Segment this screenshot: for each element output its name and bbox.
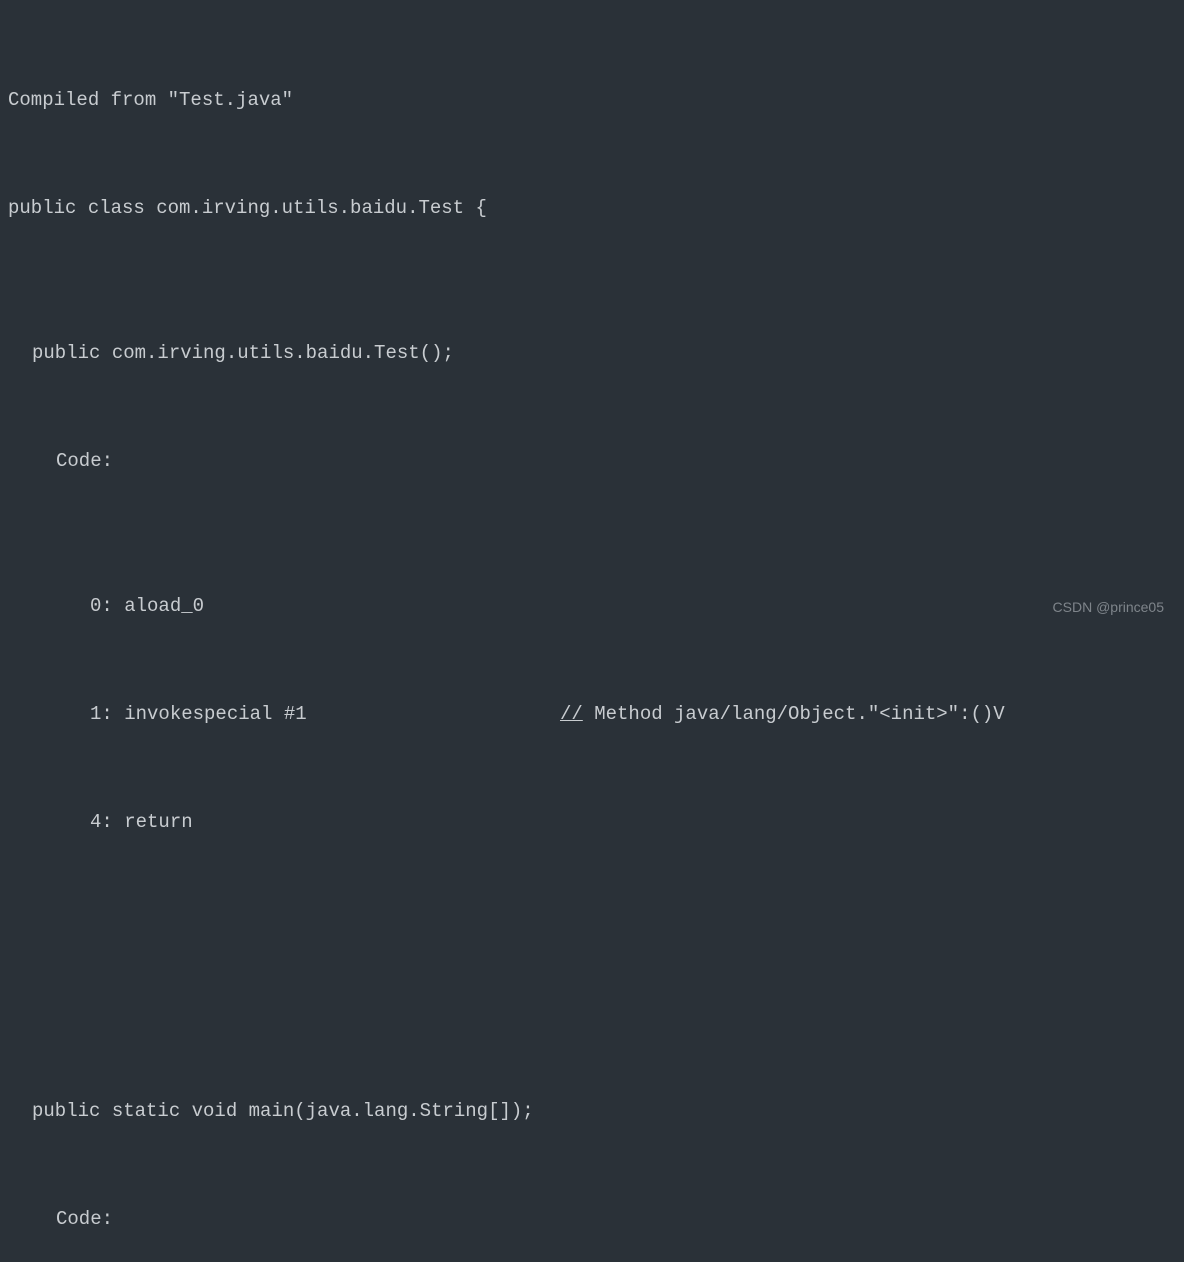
compiled-from-line: Compiled from "Test.java"	[8, 82, 1176, 118]
instruction-comment: // Method java/lang/Object."<init>":()V	[560, 696, 1176, 732]
instruction-text: 4: return	[90, 804, 560, 840]
code-label: Code:	[8, 443, 1176, 479]
instruction-text: 0: aload_0	[90, 588, 560, 624]
watermark-text: CSDN @prince05	[1053, 594, 1164, 621]
class-declaration: public class com.irving.utils.baidu.Test…	[8, 190, 1176, 226]
instruction-row: 0: aload_0	[8, 588, 1176, 624]
bytecode-listing: Compiled from "Test.java" public class c…	[8, 10, 1176, 1262]
main-signature: public static void main(java.lang.String…	[8, 1093, 1176, 1129]
instruction-row: 1: invokespecial #1 // Method java/lang/…	[8, 696, 1176, 732]
code-label: Code:	[8, 1201, 1176, 1237]
instruction-row: 4: return	[8, 804, 1176, 840]
constructor-signature: public com.irving.utils.baidu.Test();	[8, 335, 1176, 371]
instruction-text: 1: invokespecial #1	[90, 696, 560, 732]
blank-line	[8, 948, 1176, 984]
